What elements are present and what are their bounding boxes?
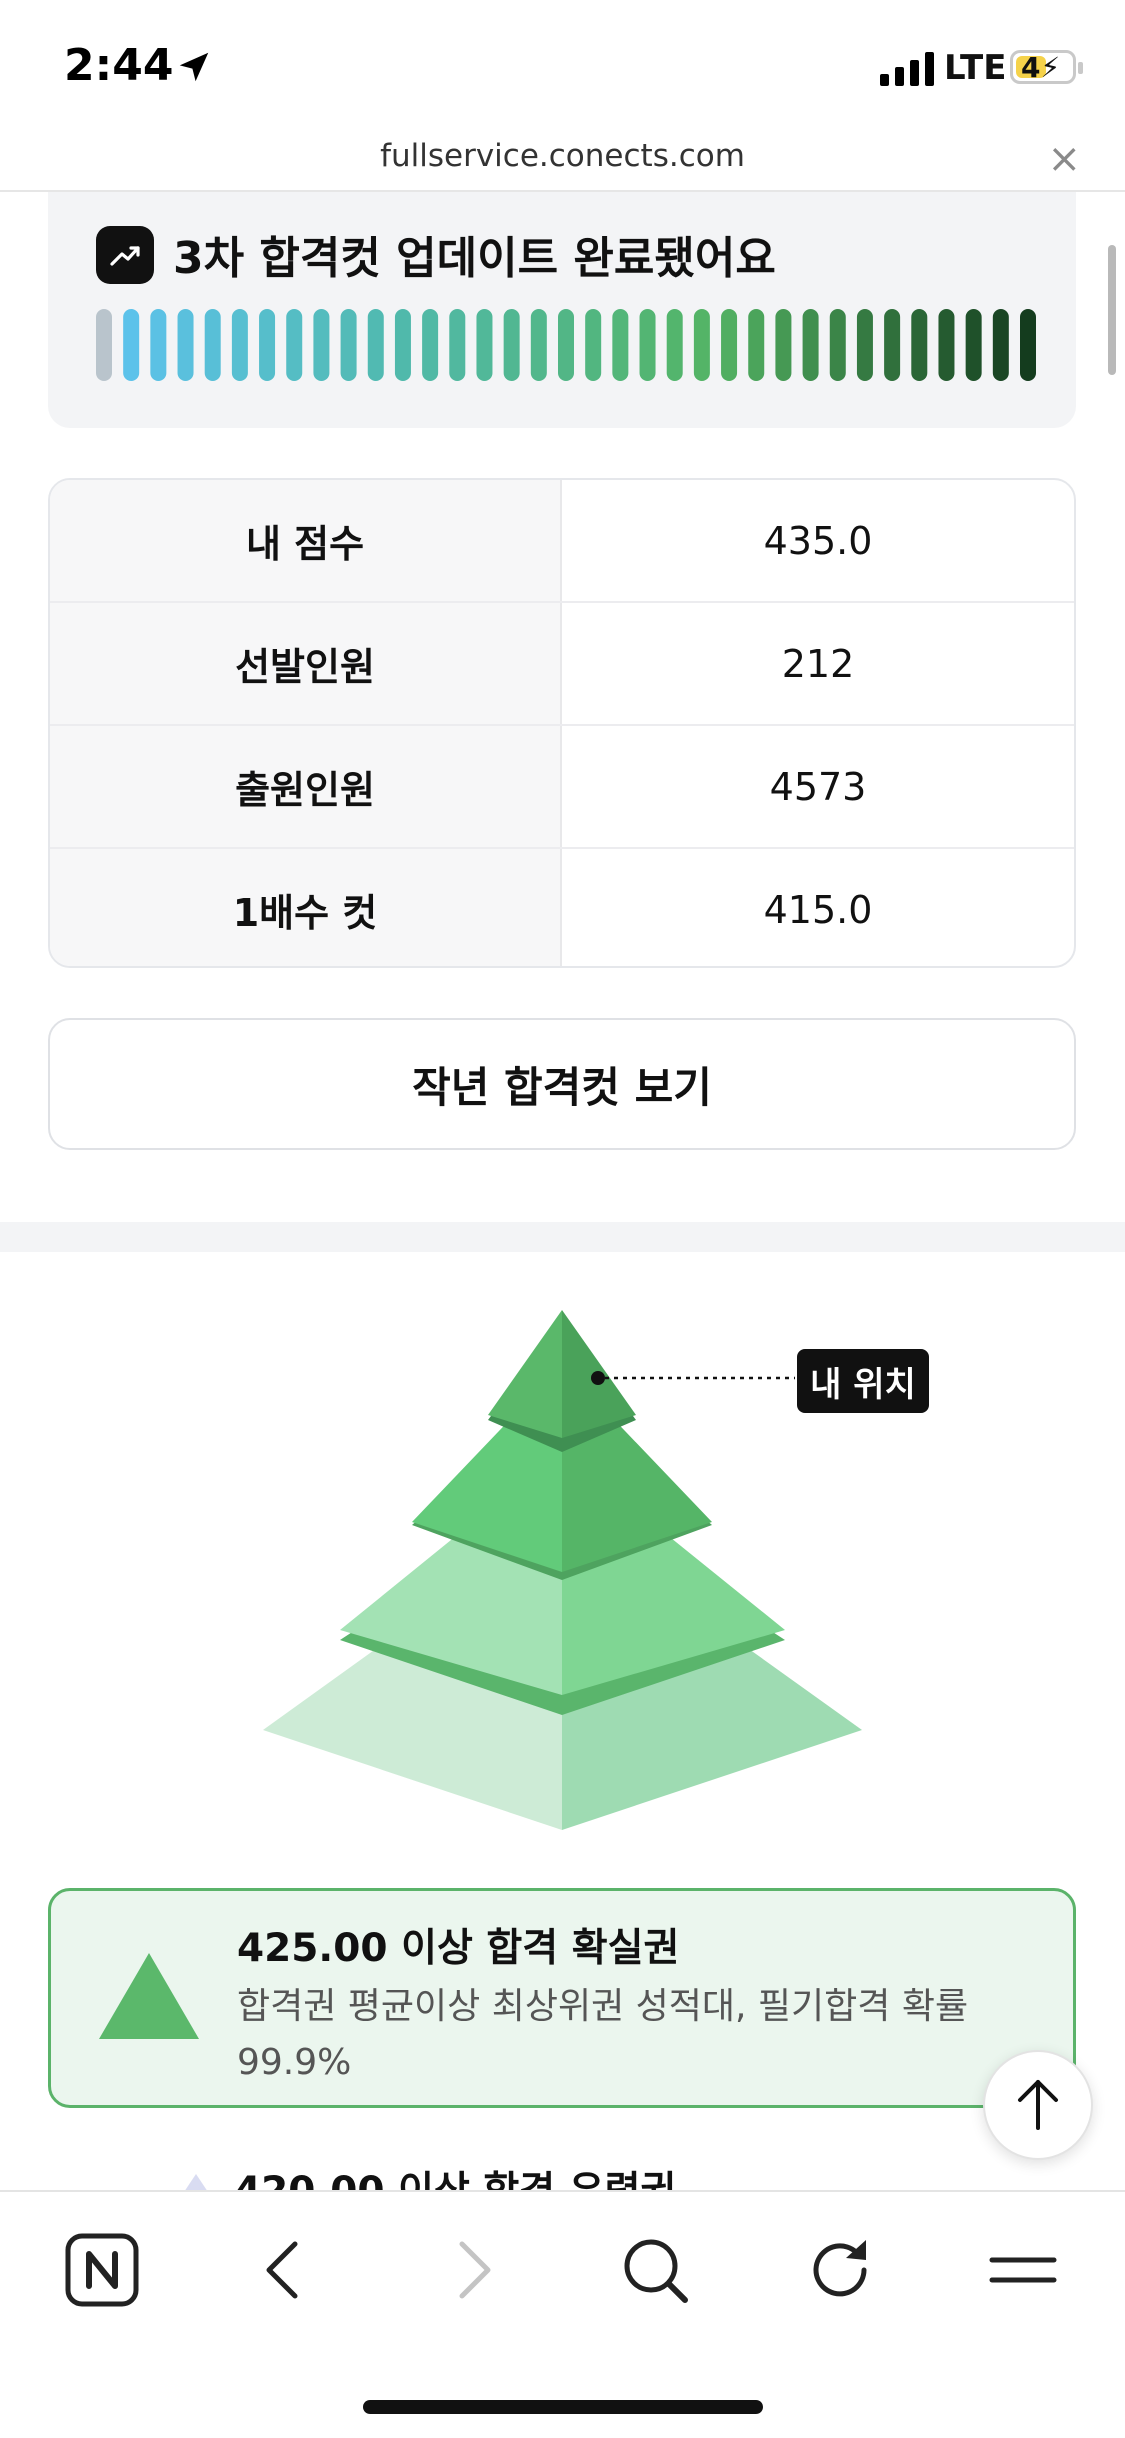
result-description: 합격권 평균이상 최상위권 성적대, 필기합격 확률 99.9%: [237, 1986, 969, 2083]
progress-bar-segment: [259, 309, 276, 381]
progress-bar-segment: [177, 309, 194, 381]
home-indicator[interactable]: [363, 2400, 763, 2414]
progress-bar-segment: [449, 309, 466, 381]
progress-bar-segment: [802, 309, 819, 381]
progress-bar-segment: [503, 309, 520, 381]
status-time: 2:44: [64, 40, 174, 91]
table-row: 1배수 컷 415.0: [50, 849, 1074, 966]
naver-home-icon[interactable]: [62, 2230, 142, 2310]
trending-up-icon: [96, 226, 154, 284]
progress-bar-segment: [313, 309, 330, 381]
table-row: 내 점수 435.0: [50, 480, 1074, 601]
result-card[interactable]: 425.00 이상 합격 확실권 합격권 평균이상 최상위권 성적대, 필기합격…: [48, 1888, 1076, 2108]
row-value-cutoff: 415.0: [763, 887, 873, 932]
progress-bar-segment: [585, 309, 602, 381]
progress-bar-segment: [992, 309, 1009, 381]
progress-bar-segment: [721, 309, 738, 381]
scroll-to-top-button[interactable]: [983, 2050, 1093, 2160]
update-title: 3차 합격컷 업데이트 완료됐어요: [173, 233, 776, 284]
progress-bar-segment: [666, 309, 683, 381]
row-value-my-score: 435.0: [763, 518, 873, 563]
battery-nub: [1078, 62, 1083, 74]
progress-bar-segment: [422, 309, 439, 381]
battery-level: 4⚡: [1021, 51, 1061, 84]
url-text[interactable]: fullservice.conects.com: [0, 138, 1125, 174]
prev-year-cutoff-button[interactable]: 작년 합격컷 보기: [48, 1018, 1076, 1150]
search-icon[interactable]: [615, 2230, 695, 2310]
back-arrow-icon[interactable]: [245, 2230, 325, 2310]
progress-bar-segment: [911, 309, 928, 381]
progress-bar-segment: [884, 309, 901, 381]
forward-arrow-icon[interactable]: [432, 2230, 512, 2310]
progress-bar-segment: [340, 309, 357, 381]
url-bar[interactable]: fullservice.conects.com ×: [0, 130, 1125, 192]
signal-bars-icon: [880, 52, 934, 86]
progress-bar-segment: [123, 309, 140, 381]
progress-bar-segment: [558, 309, 574, 381]
progress-bar-segment: [394, 309, 411, 381]
row-label-selected: 선발인원: [50, 603, 562, 724]
progress-bar-segment: [748, 309, 765, 381]
row-label-applicants: 출원인원: [50, 726, 562, 847]
row-value-selected: 212: [781, 641, 855, 686]
menu-icon[interactable]: [982, 2230, 1062, 2310]
progress-bar-segment: [367, 309, 384, 381]
table-row: 선발인원 212: [50, 603, 1074, 724]
progress-bar-segment: [639, 309, 656, 381]
my-position-tag: 내 위치: [797, 1349, 929, 1413]
triangle-icon: [99, 1953, 199, 2039]
row-label-cutoff: 1배수 컷: [50, 849, 562, 966]
progress-bar-segment: [96, 309, 112, 381]
progress-bar-segment: [612, 309, 629, 381]
scrollbar[interactable]: [1108, 245, 1116, 375]
progress-bars: [96, 309, 1036, 381]
progress-bar-segment: [829, 309, 846, 381]
update-card: 3차 합격컷 업데이트 완료됐어요: [48, 192, 1076, 428]
row-value-applicants: 4573: [769, 764, 867, 809]
progress-bar-segment: [476, 309, 493, 381]
close-icon[interactable]: ×: [1047, 136, 1081, 182]
progress-bar-segment: [938, 309, 955, 381]
status-bar: 2:44 LTE 4⚡: [0, 0, 1125, 130]
result-title: 425.00 이상 합격 확실권: [237, 1926, 680, 1971]
progress-bar-segment: [775, 309, 792, 381]
progress-bar-segment: [693, 309, 710, 381]
progress-bar-segment: [204, 309, 221, 381]
progress-bar-segment: [150, 309, 167, 381]
location-arrow-icon: [179, 52, 209, 82]
section-divider: [0, 1222, 1125, 1252]
my-position-dot: [591, 1371, 605, 1385]
battery-icon: 4⚡: [1010, 50, 1076, 84]
progress-bar-segment: [965, 309, 982, 381]
row-label-my-score: 내 점수: [50, 480, 562, 601]
progress-bar-segment: [286, 309, 303, 381]
progress-bar-segment: [856, 309, 873, 381]
progress-bar-segment: [231, 309, 248, 381]
arrow-up-icon: [1018, 2080, 1058, 2130]
network-type: LTE: [944, 48, 1007, 88]
progress-bar-segment: [530, 309, 547, 381]
score-table: 내 점수 435.0 선발인원 212 출원인원 4573 1배수 컷 415.…: [48, 478, 1076, 968]
refresh-icon[interactable]: [800, 2230, 880, 2310]
table-row: 출원인원 4573: [50, 726, 1074, 847]
progress-bar-segment: [1020, 309, 1036, 381]
